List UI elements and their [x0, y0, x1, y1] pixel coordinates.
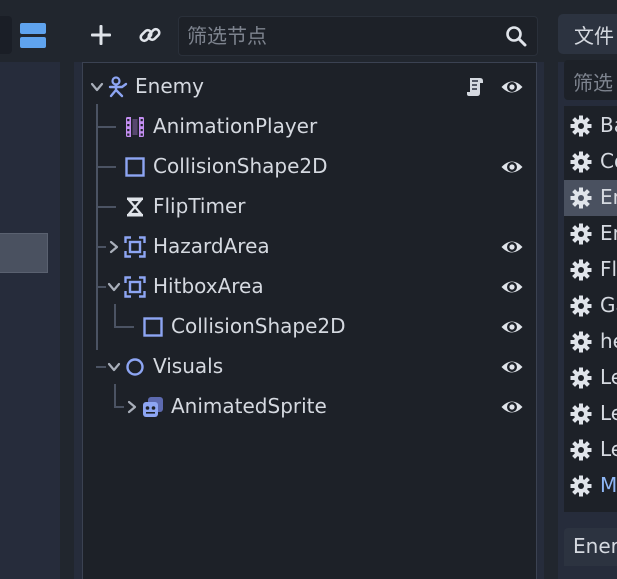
tree-item-collisionshape2d[interactable]: CollisionShape2D — [82, 147, 537, 187]
file-item[interactable]: Fl — [564, 252, 617, 288]
animation-player-icon — [126, 117, 144, 137]
file-label: Le — [600, 437, 617, 461]
gear-icon — [570, 475, 592, 497]
left-dock-selected-item[interactable] — [0, 233, 48, 273]
tree-item-hazardarea[interactable]: HazardArea — [82, 227, 537, 267]
tree-item-enemy[interactable]: Enemy — [82, 67, 537, 107]
gear-icon — [570, 115, 592, 137]
file-item[interactable]: Co — [564, 144, 617, 180]
gear-icon — [570, 223, 592, 245]
timer-icon — [127, 197, 143, 217]
tree-item-animatedsprite[interactable]: AnimatedSprite — [82, 387, 537, 427]
node-label: Visuals — [153, 354, 224, 378]
bottom-scene-tab-label: Ener — [573, 534, 617, 558]
tree-item-hitboxarea[interactable]: HitboxArea — [82, 267, 537, 307]
filter-nodes-box[interactable] — [178, 16, 538, 56]
gear-icon — [570, 403, 592, 425]
collision-shape-icon — [125, 157, 145, 177]
chevron-right-icon[interactable] — [125, 400, 139, 414]
gear-icon — [570, 259, 592, 281]
node-label: AnimationPlayer — [153, 114, 318, 138]
plus-icon — [91, 25, 111, 45]
area-icon — [124, 276, 146, 298]
collision-shape-icon — [143, 317, 163, 337]
tab-filesystem-label: 文件 — [574, 24, 614, 48]
eye-icon[interactable] — [500, 316, 524, 338]
eye-icon[interactable] — [500, 396, 524, 418]
eye-icon[interactable] — [500, 156, 524, 178]
file-label: he — [600, 329, 617, 353]
file-item[interactable]: Le — [564, 396, 617, 432]
link-icon — [139, 27, 161, 43]
node-label: HazardArea — [153, 234, 270, 258]
layout-toggle-icon[interactable] — [18, 20, 48, 50]
add-node-button[interactable] — [86, 20, 116, 50]
dock-separator[interactable] — [60, 0, 74, 579]
file-label: Ba — [600, 113, 617, 137]
script-icon[interactable] — [464, 75, 486, 99]
filter-nodes-input[interactable] — [187, 17, 497, 55]
filter-files-input[interactable]: 筛选 — [564, 60, 617, 100]
file-item[interactable]: Ba — [564, 108, 617, 144]
file-item[interactable]: he — [564, 324, 617, 360]
chevron-down-icon[interactable] — [107, 360, 121, 374]
file-label: Co — [600, 149, 617, 173]
file-item[interactable]: Le — [564, 360, 617, 396]
eye-icon[interactable] — [500, 236, 524, 258]
filter-files-placeholder: 筛选 — [573, 71, 613, 95]
file-label: Ga — [600, 293, 617, 317]
node-label: AnimatedSprite — [171, 394, 327, 418]
chevron-down-icon[interactable] — [90, 80, 104, 94]
gear-icon — [570, 367, 592, 389]
dock-separator[interactable] — [544, 0, 558, 579]
file-label: Le — [600, 365, 617, 389]
file-label: Le — [600, 401, 617, 425]
node-label: Enemy — [135, 74, 204, 98]
node-label: CollisionShape2D — [153, 154, 328, 178]
chevron-right-icon[interactable] — [107, 240, 121, 254]
gear-icon — [570, 331, 592, 353]
search-icon[interactable] — [505, 25, 527, 47]
character-body-icon — [108, 76, 128, 98]
file-item[interactable]: En — [564, 216, 617, 252]
gear-icon — [570, 187, 592, 209]
file-item[interactable]: Ga — [564, 288, 617, 324]
node-label: CollisionShape2D — [171, 314, 346, 338]
instance-scene-button[interactable] — [135, 20, 165, 50]
file-label: Fl — [600, 257, 617, 281]
file-label: En — [600, 185, 617, 209]
node2d-icon — [126, 358, 144, 376]
eye-icon[interactable] — [500, 356, 524, 378]
area-icon — [124, 236, 146, 258]
animated-sprite-icon — [143, 397, 163, 417]
gear-icon — [570, 295, 592, 317]
eye-icon[interactable] — [500, 76, 524, 98]
tree-item-fliptimer[interactable]: FlipTimer — [82, 187, 537, 227]
node-label: HitboxArea — [153, 274, 264, 298]
file-item[interactable]: Le — [564, 432, 617, 468]
node-label: FlipTimer — [153, 194, 246, 218]
gear-icon — [570, 439, 592, 461]
eye-icon[interactable] — [500, 276, 524, 298]
left-dock-panel — [0, 0, 60, 579]
file-list: Ba Co En — [564, 106, 617, 512]
left-dock-field[interactable] — [0, 16, 12, 54]
tree-item-animationplayer[interactable]: AnimationPlayer — [82, 107, 537, 147]
file-label: En — [600, 221, 617, 245]
bottom-scene-tab[interactable]: Ener — [564, 528, 617, 566]
chevron-down-icon[interactable] — [107, 280, 121, 294]
tree-item-visuals[interactable]: Visuals — [82, 347, 537, 387]
file-item[interactable]: M — [564, 468, 617, 504]
tree-item-collisionshape2d-child[interactable]: CollisionShape2D — [82, 307, 537, 347]
gear-icon — [570, 151, 592, 173]
file-label: M — [600, 473, 617, 497]
file-item-selected[interactable]: En — [564, 180, 617, 216]
